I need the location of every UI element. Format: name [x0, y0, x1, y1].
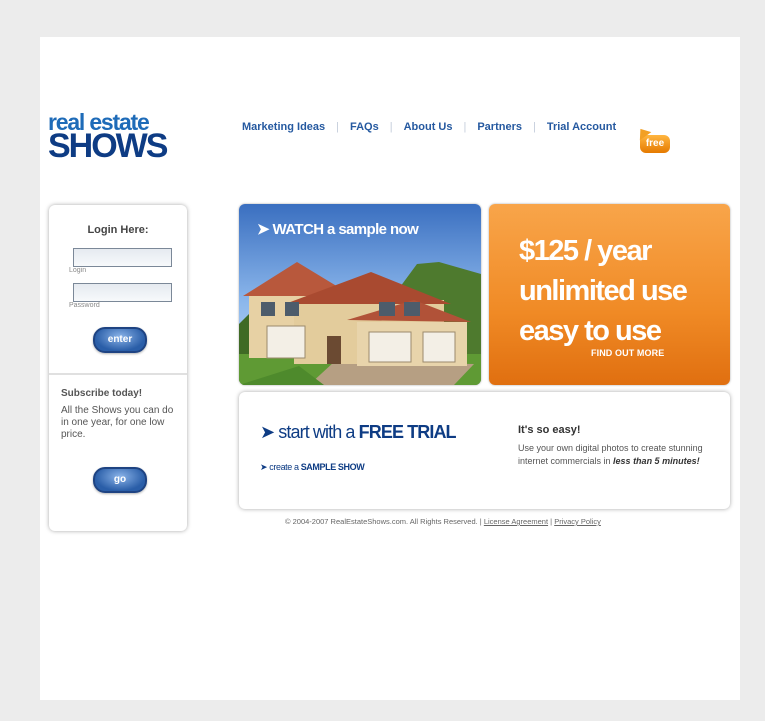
license-agreement-link[interactable]: License Agreement [484, 517, 548, 526]
free-trial-bold: FREE TRIAL [358, 422, 457, 442]
copyright-text: © 2004-2007 RealEstateShows.com. All Rig… [285, 517, 478, 526]
subscribe-text: All the Shows you can do in one year, fo… [61, 405, 174, 440]
page-container: real estate SHOWS Marketing Ideas | FAQs… [40, 37, 740, 700]
login-panel: Login Here: Login Password enter Subscri… [49, 205, 187, 531]
easy-text: Use your own digital photos to create st… [518, 442, 718, 468]
watch-suffix: a sample now [323, 221, 419, 238]
free-trial-prefix: start with a [278, 422, 359, 442]
arrow-right-icon: ➤ [257, 221, 270, 238]
privacy-policy-link[interactable]: Privacy Policy [554, 517, 601, 526]
go-button[interactable]: go [93, 467, 147, 493]
nav-trial-account[interactable]: Trial Account [547, 121, 616, 133]
nav-about-us[interactable]: About Us [404, 121, 453, 133]
nav-separator: | [532, 121, 536, 133]
diamond-arrow-icon: ➤ [260, 422, 275, 442]
password-input[interactable] [73, 283, 172, 302]
find-out-more-link[interactable]: FIND OUT MORE [591, 348, 664, 358]
login-title: Login Here: [87, 224, 149, 236]
nav-separator: | [389, 121, 393, 133]
pricing-banner[interactable]: $125 / year unlimited use easy to use FI… [489, 204, 730, 385]
trial-panel: ➤ start with a FREE TRIAL ➤ create a SAM… [239, 392, 730, 509]
panel-divider [49, 373, 187, 375]
nav-partners[interactable]: Partners [477, 121, 522, 133]
subscribe-title: Subscribe today! [61, 388, 143, 399]
price-line-2: unlimited use [519, 275, 688, 307]
nav-marketing-ideas[interactable]: Marketing Ideas [242, 121, 325, 133]
site-logo[interactable]: real estate SHOWS [48, 111, 188, 165]
watch-prefix: WATCH [272, 221, 324, 238]
watch-sample-banner[interactable]: ➤ WATCH a sample now [239, 204, 481, 385]
sample-show-prefix: create a [269, 462, 301, 472]
free-badge[interactable]: free [640, 135, 670, 153]
free-trial-link[interactable]: ➤ start with a FREE TRIAL [260, 422, 457, 443]
sample-show-link[interactable]: ➤ create a SAMPLE SHOW [260, 462, 365, 473]
password-label: Password [69, 302, 100, 309]
enter-button[interactable]: enter [93, 327, 147, 353]
logo-line-2: SHOWS [48, 127, 168, 165]
nav-separator: | [463, 121, 467, 133]
price-line-1: $125 / year [519, 235, 652, 267]
diamond-arrow-icon: ➤ [260, 462, 268, 472]
nav-separator: | [336, 121, 339, 133]
sample-show-bold: SAMPLE SHOW [300, 462, 365, 472]
price-line-3: easy to use [519, 315, 662, 347]
top-nav: Marketing Ideas | FAQs | About Us | Part… [242, 121, 616, 133]
login-label: Login [69, 267, 87, 274]
watch-title: ➤ WATCH a sample now [257, 220, 419, 238]
easy-title: It's so easy! [518, 424, 581, 436]
login-input[interactable] [73, 248, 172, 267]
footer: © 2004-2007 RealEstateShows.com. All Rig… [285, 517, 601, 526]
nav-faqs[interactable]: FAQs [350, 121, 379, 133]
easy-emphasis: less than 5 minutes! [613, 456, 700, 466]
